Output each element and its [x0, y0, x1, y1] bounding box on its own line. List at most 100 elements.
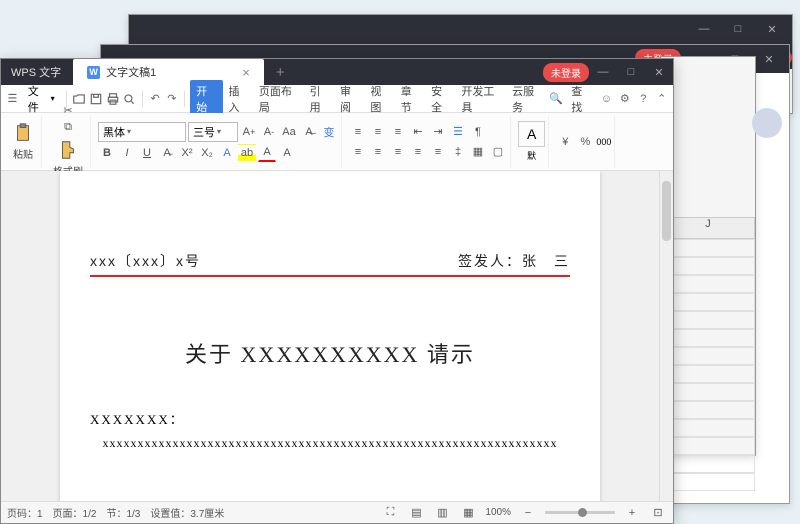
- cell-grid[interactable]: [661, 239, 755, 491]
- clear-format-icon[interactable]: A̶: [300, 123, 318, 141]
- zoom-in-icon[interactable]: +: [623, 504, 641, 522]
- align-right-icon[interactable]: ≡: [389, 143, 407, 161]
- grow-font-icon[interactable]: A+: [240, 123, 258, 141]
- menu-page-layout[interactable]: 页面布局: [255, 80, 304, 118]
- menu-security[interactable]: 安全: [427, 80, 455, 118]
- clipboard-group-2: ✂ ⧉ 格式刷: [46, 116, 91, 168]
- hamburger-icon[interactable]: ☰: [5, 91, 20, 107]
- page[interactable]: xxx〔xxx〕x号 签发人：张 三 关于 XXXXXXXXXX 请示 XXXX…: [60, 171, 600, 501]
- close-icon[interactable]: ✕: [755, 49, 783, 69]
- menu-start[interactable]: 开始: [190, 80, 222, 118]
- justify-icon[interactable]: ≡: [409, 143, 427, 161]
- percent-icon[interactable]: %: [576, 133, 594, 151]
- outdent-icon[interactable]: ⇤: [409, 123, 427, 141]
- doc-icon: W: [87, 66, 100, 79]
- view-print-icon[interactable]: ▤: [407, 504, 425, 522]
- numbering-icon[interactable]: ≡: [369, 123, 387, 141]
- italic-button[interactable]: I: [118, 144, 136, 162]
- shading-icon[interactable]: ▦: [469, 143, 487, 161]
- align-left-icon[interactable]: ≡: [349, 143, 367, 161]
- menu-cloud[interactable]: 云服务: [508, 80, 547, 118]
- vertical-scrollbar[interactable]: [659, 171, 673, 501]
- paste-button[interactable]: 粘贴: [8, 120, 38, 163]
- font-color-button[interactable]: A: [258, 144, 276, 162]
- menu-devtools[interactable]: 开发工具: [457, 80, 506, 118]
- underline-button[interactable]: U: [138, 144, 156, 162]
- subscript-button[interactable]: X₂: [198, 144, 216, 162]
- titlebar: — □ ✕: [129, 15, 792, 43]
- scroll-thumb[interactable]: [662, 181, 671, 241]
- superscript-button[interactable]: X²: [178, 144, 196, 162]
- copy-icon[interactable]: ⧉: [59, 120, 77, 135]
- smiley-icon[interactable]: ☺: [599, 91, 613, 107]
- font-size-select[interactable]: 三号▾: [188, 122, 238, 142]
- shrink-font-icon[interactable]: A-: [260, 123, 278, 141]
- document-area: xxx〔xxx〕x号 签发人：张 三 关于 XXXXXXXXXX 请示 XXXX…: [1, 171, 673, 501]
- line-spacing-icon[interactable]: ‡: [449, 143, 467, 161]
- multilevel-icon[interactable]: ≡: [389, 123, 407, 141]
- font-family-select[interactable]: 黑体▾: [98, 122, 186, 142]
- menu-chapter[interactable]: 章节: [397, 80, 425, 118]
- borders-icon[interactable]: ▢: [489, 143, 507, 161]
- view-web-icon[interactable]: ▦: [459, 504, 477, 522]
- bullets-icon[interactable]: ≡: [349, 123, 367, 141]
- align-center-icon[interactable]: ≡: [369, 143, 387, 161]
- collapse-icon[interactable]: ⌃: [655, 91, 669, 107]
- body-text: xxxxxxxxxxxxxxxxxxxxxxxxxxxxxxxxxxxxxxxx…: [90, 436, 570, 451]
- char-shading-button[interactable]: A: [278, 144, 296, 162]
- column-header[interactable]: J: [661, 217, 755, 239]
- tab-close-icon[interactable]: ×: [242, 65, 250, 80]
- new-tab-button[interactable]: +: [264, 64, 297, 81]
- search-icon[interactable]: 🔍: [549, 91, 563, 107]
- font-effects-button[interactable]: A: [218, 144, 236, 162]
- help-icon[interactable]: ?: [636, 91, 650, 107]
- doc-header-line: xxx〔xxx〕x号 签发人：张 三: [90, 251, 570, 271]
- print-icon[interactable]: [105, 91, 120, 107]
- reference-number: xxx〔xxx〕x号: [90, 251, 201, 271]
- clipboard-group: 粘贴: [5, 116, 42, 168]
- menu-view[interactable]: 视图: [366, 80, 394, 118]
- distribute-icon[interactable]: ≡: [429, 143, 447, 161]
- menu-references[interactable]: 引用: [306, 80, 334, 118]
- cut-icon[interactable]: ✂: [59, 103, 77, 118]
- bg-window-spreadsheet: J: [660, 56, 756, 456]
- signer: 签发人：张 三: [458, 251, 570, 271]
- page-of: 页面：1/2: [53, 505, 97, 520]
- preview-icon[interactable]: [122, 91, 137, 107]
- view-fullscreen-icon[interactable]: ⛶: [381, 504, 399, 522]
- phonetic-icon[interactable]: 变: [320, 123, 338, 141]
- redo-icon[interactable]: ↷: [164, 91, 179, 107]
- sort-icon[interactable]: ☰: [449, 123, 467, 141]
- save-icon[interactable]: [88, 91, 103, 107]
- currency-icon[interactable]: ¥: [556, 133, 574, 151]
- highlight-button[interactable]: ab: [238, 144, 256, 162]
- style-normal[interactable]: A: [518, 121, 545, 147]
- zoom-slider[interactable]: [545, 511, 615, 514]
- menu-review[interactable]: 审阅: [336, 80, 364, 118]
- menubar: ☰ 文件▾ ↶ ↷ 开始 插入 页面布局 引用 审阅 视图 章节 安全 开发工具…: [1, 85, 673, 113]
- close-icon[interactable]: ✕: [758, 19, 786, 39]
- minimize-icon[interactable]: —: [690, 19, 718, 39]
- fit-icon[interactable]: ⊡: [649, 504, 667, 522]
- search-label[interactable]: 查找: [567, 80, 595, 118]
- maximize-icon[interactable]: □: [724, 19, 752, 39]
- view-outline-icon[interactable]: ▥: [433, 504, 451, 522]
- zoom-out-icon[interactable]: −: [519, 504, 537, 522]
- addressee: XXXXXXX：: [90, 409, 570, 428]
- statusbar: 页码：1 页面：1/2 节：1/3 设置值：3.7厘米 ⛶ ▤ ▥ ▦ 100%…: [1, 501, 673, 523]
- section: 节：1/3: [106, 505, 140, 520]
- bold-button[interactable]: B: [98, 144, 116, 162]
- zoom-knob[interactable]: [578, 508, 587, 517]
- paragraph-mark-icon[interactable]: ¶: [469, 123, 487, 141]
- file-menu[interactable]: 文件▾: [22, 80, 61, 118]
- number-format-group: ¥%000: [553, 116, 615, 168]
- strike-button[interactable]: A̵: [158, 144, 176, 162]
- change-case-icon[interactable]: Aa: [280, 123, 298, 141]
- settings-icon[interactable]: ⚙: [618, 91, 632, 107]
- page-number: 页码：1: [7, 505, 43, 520]
- avatar[interactable]: [752, 108, 782, 138]
- menu-insert[interactable]: 插入: [225, 80, 253, 118]
- undo-icon[interactable]: ↶: [148, 91, 163, 107]
- doc-tab-label: 文字文稿1: [106, 64, 156, 80]
- indent-icon[interactable]: ⇥: [429, 123, 447, 141]
